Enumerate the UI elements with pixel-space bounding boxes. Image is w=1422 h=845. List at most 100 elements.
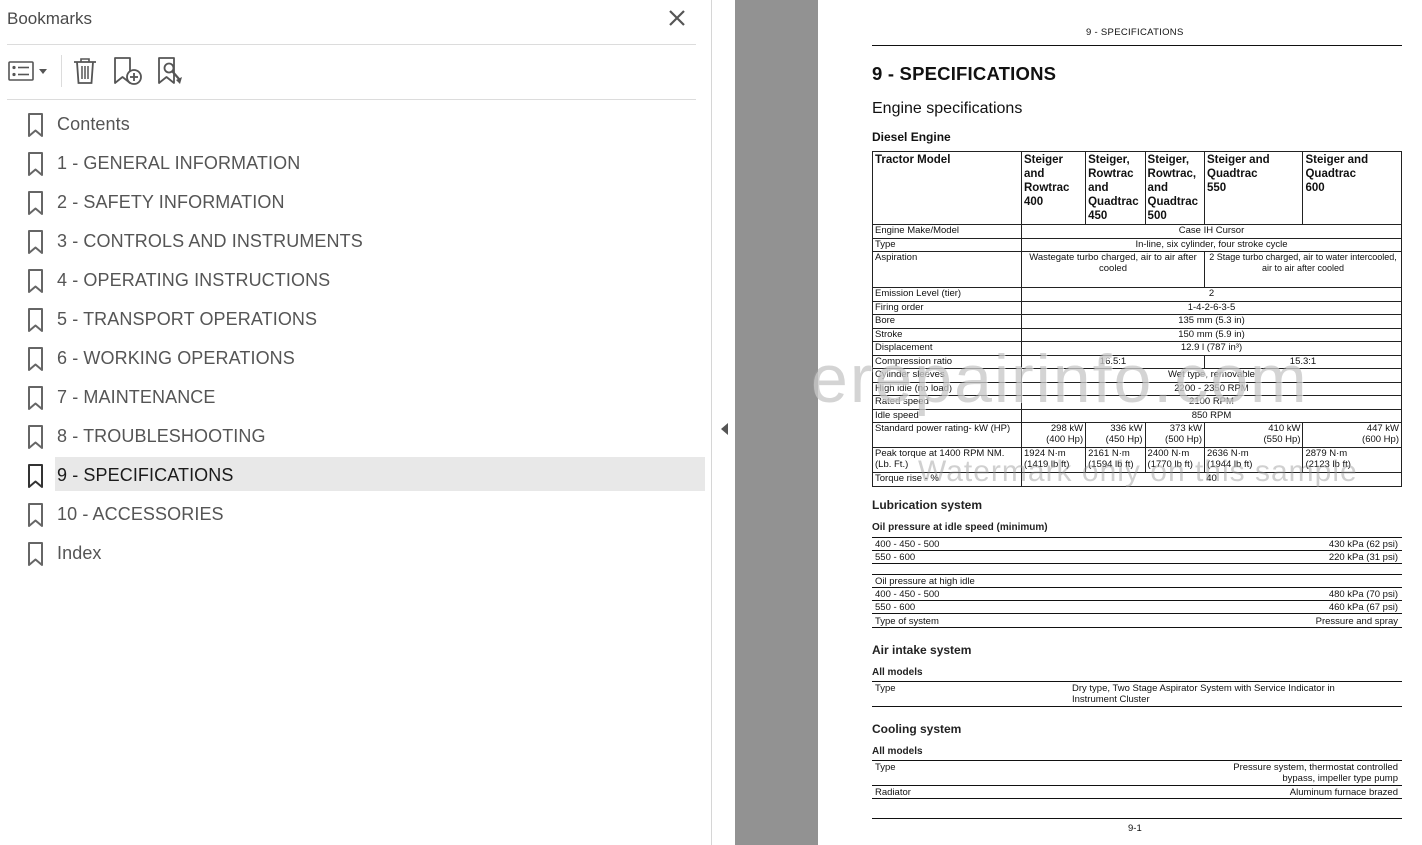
toolbar-separator — [61, 55, 62, 87]
bookmark-item[interactable]: Index — [0, 534, 712, 573]
bookmark-item[interactable]: 8 - TROUBLESHOOTING — [0, 417, 712, 456]
rule — [872, 537, 1402, 538]
oil-idle-subheading: Oil pressure at idle speed (minimum) — [872, 522, 1048, 533]
spec-value: 430 kPa (62 psi) — [1328, 539, 1398, 550]
document-page: 9 - SPECIFICATIONS 9 - SPECIFICATIONS En… — [818, 0, 1422, 845]
bookmark-item[interactable]: 6 - WORKING OPERATIONS — [0, 339, 712, 378]
rule — [872, 600, 1402, 601]
cell: 447 kW (600 Hp) — [1302, 422, 1402, 448]
bookmark-icon — [28, 542, 43, 566]
air-intake-heading: Air intake system — [872, 643, 972, 657]
add-bookmark-button[interactable] — [111, 55, 143, 87]
section-heading: Engine specifications — [872, 100, 1023, 117]
bookmark-item[interactable]: 7 - MAINTENANCE — [0, 378, 712, 417]
cell: 298 kW (400 Hp) — [1020, 422, 1087, 448]
rule — [872, 563, 1402, 564]
header-cell: Steiger and Quadtrac 600 — [1302, 151, 1402, 225]
rule — [872, 785, 1402, 786]
cell: 2 Stage turbo charged, air to water inte… — [1204, 251, 1402, 288]
rule — [872, 681, 1402, 682]
table-row: Engine Make/Model Case IH Cursor — [872, 224, 1402, 239]
bookmark-label: 8 - TROUBLESHOOTING — [57, 426, 266, 446]
delete-bookmark-button[interactable] — [70, 55, 100, 87]
close-panel-button[interactable] — [665, 6, 689, 30]
table-row: Aspiration Wastegate turbo charged, air … — [872, 251, 1402, 288]
bookmark-label: 9 - SPECIFICATIONS — [57, 465, 234, 485]
collapse-panel-handle[interactable] — [713, 0, 735, 845]
bookmark-label: 2 - SAFETY INFORMATION — [57, 192, 285, 212]
bookmark-label: 6 - WORKING OPERATIONS — [57, 348, 295, 368]
watermark: erepairinfo.com — [810, 341, 1309, 417]
air-all-models: All models — [872, 667, 923, 678]
cell: 410 kW (550 Hp) — [1203, 422, 1304, 448]
bookmark-label: Contents — [57, 114, 130, 134]
header-cell: Tractor Model — [872, 151, 1022, 225]
row-label: Standard power rating- kW (HP) — [872, 422, 1022, 448]
bookmark-item[interactable]: 4 - OPERATING INSTRUCTIONS — [0, 261, 712, 300]
cell: Wastegate turbo charged, air to air afte… — [1021, 251, 1205, 288]
delete-bookmark-icon — [74, 58, 96, 84]
divider — [7, 44, 696, 45]
panel-title: Bookmarks — [7, 9, 93, 28]
cell: 336 kW (450 Hp) — [1085, 422, 1146, 448]
cooling-heading: Cooling system — [872, 722, 962, 736]
bookmark-icon — [28, 464, 43, 488]
header-rule — [872, 45, 1402, 46]
rule — [872, 798, 1402, 799]
spec-label: Type — [875, 683, 896, 694]
bookmark-icon — [28, 347, 43, 371]
bookmark-item[interactable]: 9 - SPECIFICATIONS — [0, 456, 712, 495]
lubrication-heading: Lubrication system — [872, 498, 983, 512]
cell: In-line, six cylinder, four stroke cycle — [1021, 237, 1402, 252]
divider — [7, 99, 696, 100]
bookmark-icon — [28, 191, 43, 215]
table-row: Tractor Model Steiger and Rowtrac 400 St… — [872, 151, 1402, 225]
watermark-note: Watermark only on this sample — [918, 455, 1358, 488]
spec-label: 400 - 450 - 500 — [875, 589, 940, 600]
row-label: Firing order — [872, 300, 1022, 315]
bookmark-icon — [28, 386, 43, 410]
bookmark-item[interactable]: 2 - SAFETY INFORMATION — [0, 183, 712, 222]
row-label: Emission Level (tier) — [872, 287, 1022, 302]
row-label: Engine Make/Model — [872, 224, 1022, 239]
options-menu-icon — [8, 61, 47, 81]
spec-label: 550 - 600 — [875, 552, 916, 563]
running-head: 9 - SPECIFICATIONS — [1086, 27, 1184, 38]
rule — [872, 574, 1402, 575]
bookmark-label: 1 - GENERAL INFORMATION — [57, 153, 301, 173]
page-number: 9-1 — [1128, 823, 1142, 834]
bookmark-label: 3 - CONTROLS AND INSTRUMENTS — [57, 231, 363, 251]
header-cell: Steiger, Rowtrac and Quadtrac 450 — [1085, 151, 1146, 225]
cell: 1-4-2-6-3-5 — [1021, 300, 1402, 315]
bookmark-item[interactable]: 1 - GENERAL INFORMATION — [0, 144, 712, 183]
spec-label: Type — [875, 762, 896, 773]
rule — [872, 613, 1402, 614]
spec-value: 460 kPa (67 psi) — [1328, 602, 1398, 613]
rule — [872, 627, 1402, 628]
bookmark-icon — [28, 269, 43, 293]
bookmark-list: Contents 1 - GENERAL INFORMATION 2 - SAFET… — [0, 105, 712, 573]
rule — [872, 760, 1402, 761]
oil-high-subheading: Oil pressure at high idle — [875, 576, 975, 587]
table-row: Type In-line, six cylinder, four stroke c… — [872, 237, 1402, 252]
bookmark-label: 7 - MAINTENANCE — [57, 387, 216, 407]
header-cell: Steiger and Rowtrac 400 — [1020, 151, 1087, 225]
bookmark-item[interactable]: 5 - TRANSPORT OPERATIONS — [0, 300, 712, 339]
bookmark-icon — [28, 152, 43, 176]
cooling-all-models: All models — [872, 746, 923, 757]
bookmark-label: 4 - OPERATING INSTRUCTIONS — [57, 270, 331, 290]
bookmark-icon — [28, 308, 43, 332]
spec-value: Dry type, Two Stage Aspirator System wit… — [1072, 683, 1335, 705]
find-bookmark-button[interactable] — [155, 55, 187, 87]
bookmark-item[interactable]: 10 - ACCESSORIES — [0, 495, 712, 534]
spec-value: 220 kPa (31 psi) — [1328, 552, 1398, 563]
bookmark-item[interactable]: 3 - CONTROLS AND INSTRUMENTS — [0, 222, 712, 261]
engine-spec-table: Tractor Model Steiger and Rowtrac 400 St… — [872, 151, 1402, 487]
spec-label: 400 - 450 - 500 — [875, 539, 940, 550]
options-menu-button[interactable] — [6, 55, 50, 87]
rule — [872, 587, 1402, 588]
spec-label: Type of system — [875, 616, 939, 627]
row-label: Aspiration — [872, 251, 1022, 288]
bookmarks-panel: Bookmarks Contents 1 - GENERAL INFORMATI… — [0, 0, 712, 845]
bookmark-item[interactable]: Contents — [0, 105, 712, 144]
